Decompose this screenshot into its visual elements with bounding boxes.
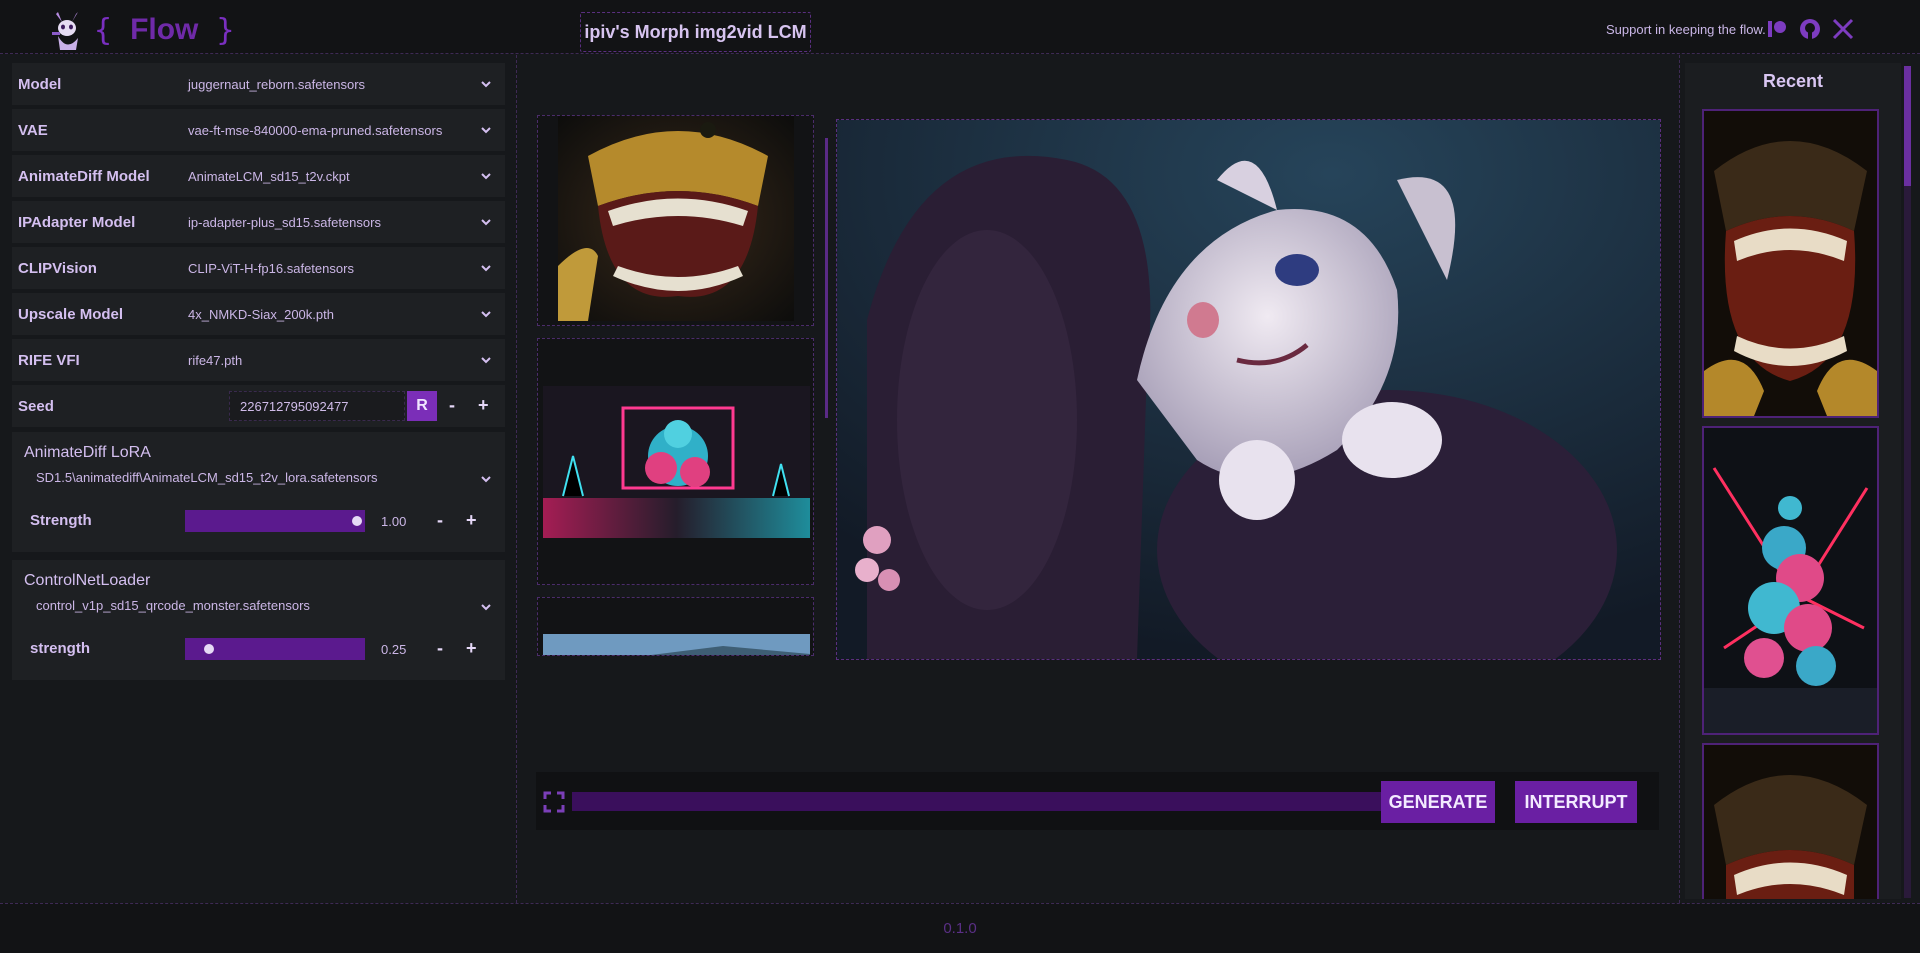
param-select-value[interactable]: juggernaut_reborn.safetensors [188, 77, 365, 92]
chevron-down-icon[interactable] [479, 353, 493, 367]
param-label: AnimateDiff Model [18, 167, 150, 185]
param-upscale-model[interactable]: Upscale Model 4x_NMKD-Siax_200k.pth [12, 293, 505, 335]
fullscreen-icon[interactable] [543, 791, 565, 813]
param-label: RIFE VFI [18, 351, 80, 369]
param-label: Model [18, 75, 62, 93]
chevron-down-icon[interactable] [479, 600, 493, 614]
recent-scrollbar[interactable] [1904, 66, 1911, 898]
chevron-down-icon[interactable] [479, 77, 493, 91]
param-clipvision[interactable]: CLIPVision CLIP-ViT-H-fp16.safetensors [12, 247, 505, 289]
support-text: Support in keeping the flow. [1606, 22, 1766, 37]
param-model[interactable]: Model juggernaut_reborn.safetensors [12, 63, 505, 105]
chevron-down-icon[interactable] [479, 472, 493, 486]
chevron-down-icon[interactable] [479, 123, 493, 137]
strength-label: Strength [30, 512, 92, 529]
preview-image [836, 119, 1661, 660]
param-select-value[interactable]: 4x_NMKD-Siax_200k.pth [188, 307, 334, 322]
param-select-value[interactable]: CLIP-ViT-H-fp16.safetensors [188, 261, 354, 276]
strength-value: 0.25 [381, 642, 407, 657]
group-title: ControlNetLoader [24, 572, 151, 589]
brand-brace-close: } [216, 12, 235, 48]
strength-label: strength [30, 640, 90, 657]
param-select-value[interactable]: ip-adapter-plus_sd15.safetensors [188, 215, 381, 230]
action-bar: GENERATE INTERRUPT [536, 772, 1659, 830]
goat-logo-icon [46, 8, 90, 52]
controlnet-strength-slider[interactable] [185, 638, 365, 660]
app-header: { Flow } ipiv's Morph img2vid LCM Suppor… [0, 0, 1920, 54]
generate-button[interactable]: GENERATE [1381, 781, 1495, 823]
param-select-value[interactable]: vae-ft-mse-840000-ema-pruned.safetensors [188, 123, 442, 138]
recent-image-snake [1704, 111, 1877, 416]
strength-increment-button[interactable]: + [466, 510, 477, 531]
strength-decrement-button[interactable]: - [437, 638, 443, 659]
footer: 0.1.0 [0, 903, 1920, 953]
thumbnails-scrollbar[interactable] [825, 138, 828, 418]
param-label: CLIPVision [18, 259, 97, 277]
input-image-snake [558, 116, 794, 321]
slider-handle[interactable] [204, 644, 215, 654]
param-animatediff-model[interactable]: AnimateDiff Model AnimateLCM_sd15_t2v.ck… [12, 155, 505, 197]
seed-increment-button[interactable]: + [478, 395, 489, 416]
param-select-value[interactable]: AnimateLCM_sd15_t2v.ckpt [188, 169, 350, 184]
param-seed: Seed 226712795092477 R - + [12, 385, 505, 427]
param-ipadapter-model[interactable]: IPAdapter Model ip-adapter-plus_sd15.saf… [12, 201, 505, 243]
progress-bar [572, 792, 1388, 811]
recent-list: Recent [1685, 63, 1901, 899]
brand-brace-open: { [94, 12, 113, 48]
controlnet-loader-group: ControlNetLoader control_v1p_sd15_qrcode… [12, 560, 505, 680]
version-label: 0.1.0 [943, 920, 977, 937]
input-image-card[interactable] [537, 597, 814, 656]
brand[interactable]: { Flow } [94, 8, 234, 52]
strength-decrement-button[interactable]: - [437, 510, 443, 531]
lora-select[interactable]: SD1.5\animatediff\AnimateLCM_sd15_t2v_lo… [36, 470, 378, 485]
seed-label: Seed [18, 397, 54, 415]
controlnet-select[interactable]: control_v1p_sd15_qrcode_monster.safetens… [36, 598, 310, 613]
param-vae[interactable]: VAE vae-ft-mse-840000-ema-pruned.safeten… [12, 109, 505, 151]
animatediff-lora-group: AnimateDiff LoRA SD1.5\animatediff\Anima… [12, 432, 505, 552]
param-label: VAE [18, 121, 48, 139]
recent-item[interactable] [1702, 743, 1879, 899]
param-rife-vfi[interactable]: RIFE VFI rife47.pth [12, 339, 505, 381]
slider-handle[interactable] [352, 516, 362, 526]
lora-strength-slider[interactable] [185, 510, 365, 532]
recent-item[interactable] [1702, 426, 1879, 735]
random-seed-button[interactable]: R [407, 391, 437, 421]
param-label: IPAdapter Model [18, 213, 136, 231]
strength-value: 1.00 [381, 514, 407, 529]
chevron-down-icon[interactable] [479, 215, 493, 229]
recent-image-snake-2 [1704, 745, 1877, 899]
recent-item[interactable] [1702, 109, 1879, 418]
preview-goat-image [837, 120, 1660, 659]
chevron-down-icon[interactable] [479, 261, 493, 275]
input-image-landscape [543, 634, 810, 655]
x-icon[interactable] [1830, 16, 1856, 42]
recent-title: Recent [1762, 71, 1824, 91]
github-icon[interactable] [1797, 16, 1823, 42]
patreon-icon[interactable] [1764, 16, 1790, 42]
param-select-value[interactable]: rife47.pth [188, 353, 242, 368]
input-image-card[interactable] [537, 115, 814, 326]
chevron-down-icon[interactable] [479, 307, 493, 321]
input-image-card[interactable] [537, 338, 814, 585]
input-image-neon [543, 386, 810, 538]
brand-name: Flow [130, 13, 199, 46]
interrupt-button[interactable]: INTERRUPT [1515, 781, 1637, 823]
param-label: Upscale Model [18, 305, 124, 323]
seed-decrement-button[interactable]: - [449, 395, 455, 416]
recent-image-neon [1704, 428, 1877, 733]
strength-increment-button[interactable]: + [466, 638, 477, 659]
seed-input[interactable]: 226712795092477 [229, 391, 405, 421]
chevron-down-icon[interactable] [479, 169, 493, 183]
group-title: AnimateDiff LoRA [24, 444, 151, 461]
workflow-title: ipiv's Morph img2vid LCM [580, 12, 811, 52]
scrollbar-thumb[interactable] [1904, 66, 1911, 186]
